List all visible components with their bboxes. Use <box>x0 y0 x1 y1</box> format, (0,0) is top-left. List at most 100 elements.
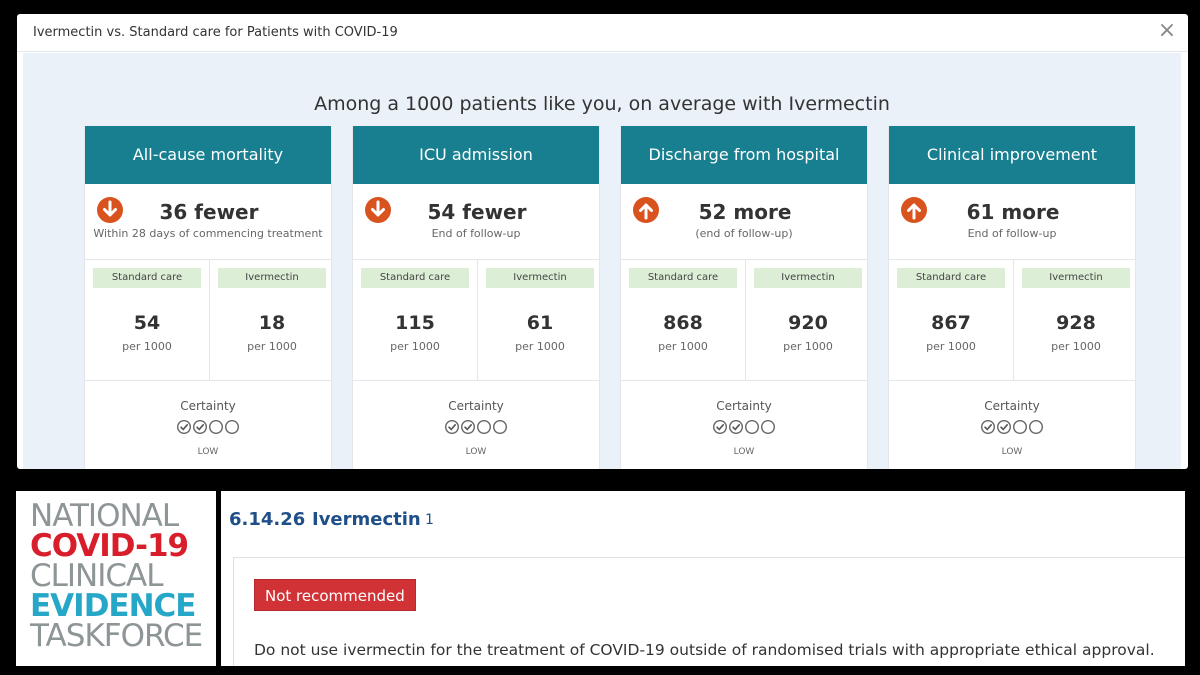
recommendation-version[interactable]: 1 <box>425 512 434 528</box>
comparison-section: Standard care 868 per 1000 Ivermectin 92… <box>621 260 867 381</box>
certainty-empty-dot <box>493 419 508 435</box>
standard-care-label: Standard care <box>629 268 737 288</box>
ivermectin-unit: per 1000 <box>783 340 833 353</box>
certainty-filled-dot <box>729 419 744 435</box>
certainty-empty-dot <box>225 419 240 435</box>
certainty-filled-dot <box>193 419 208 435</box>
effect-section: 36 fewer Within 28 days of commencing tr… <box>85 184 331 260</box>
ivermectin-unit: per 1000 <box>1051 340 1101 353</box>
ivermectin-value: 18 <box>258 312 286 334</box>
effect-section: 61 more End of follow-up <box>889 184 1135 260</box>
certainty-empty-dot <box>209 419 224 435</box>
logo-line-clinical: CLINICAL <box>30 558 164 594</box>
certainty-level: LOW <box>197 447 219 457</box>
ivermectin-label: Ivermectin <box>754 268 862 288</box>
standard-care-value: 115 <box>395 312 435 334</box>
certainty-filled-dot <box>712 419 728 435</box>
recommendation-text: Do not use ivermectin for the treatment … <box>254 641 1155 659</box>
effect-value: 36 fewer <box>159 200 259 224</box>
ivermectin-arm: Ivermectin 928 per 1000 <box>1014 260 1138 380</box>
standard-care-label: Standard care <box>897 268 1005 288</box>
outcome-card-clinical-improvement: Clinical improvement 61 more End of foll… <box>888 126 1136 469</box>
ivermectin-arm: Ivermectin 920 per 1000 <box>746 260 870 380</box>
ivermectin-unit: per 1000 <box>515 340 565 353</box>
certainty-dots-icon <box>444 419 508 435</box>
comparison-section: Standard care 54 per 1000 Ivermectin 18 … <box>85 260 331 381</box>
modal-title: Ivermectin vs. Standard care for Patient… <box>33 25 398 40</box>
certainty-label: Certainty <box>716 399 772 413</box>
outcome-title: ICU admission <box>353 126 599 184</box>
effect-value: 52 more <box>698 200 792 224</box>
patients-headline: Among a 1000 patients like you, on avera… <box>314 93 890 115</box>
close-icon[interactable]: × <box>1156 18 1178 44</box>
certainty-empty-dot <box>745 419 760 435</box>
standard-care-value: 54 <box>133 312 161 334</box>
certainty-dots-icon <box>980 419 1044 435</box>
standard-care-unit: per 1000 <box>122 340 172 353</box>
effect-timeframe: End of follow-up <box>431 227 521 240</box>
certainty-label: Certainty <box>448 399 504 413</box>
certainty-empty-dot <box>1029 419 1044 435</box>
certainty-level: LOW <box>465 447 487 457</box>
certainty-rating <box>621 419 867 435</box>
outcome-summary-modal: Ivermectin vs. Standard care for Patient… <box>17 14 1188 469</box>
standard-care-value: 868 <box>663 312 703 334</box>
standard-care-label: Standard care <box>93 268 201 288</box>
certainty-rating <box>353 419 599 435</box>
certainty-label: Certainty <box>984 399 1040 413</box>
certainty-section: Certainty LOW <box>353 381 599 469</box>
ivermectin-value: 928 <box>1056 312 1096 334</box>
comparison-section: Standard care 867 per 1000 Ivermectin 92… <box>889 260 1135 381</box>
modal-body: Among a 1000 patients like you, on avera… <box>23 53 1181 469</box>
nceta-logo: NATIONAL COVID-19 CLINICAL EVIDENCE TASK… <box>16 491 216 666</box>
ivermectin-arm: Ivermectin 18 per 1000 <box>210 260 334 380</box>
effect-timeframe: End of follow-up <box>967 227 1057 240</box>
ivermectin-label: Ivermectin <box>486 268 594 288</box>
certainty-section: Certainty LOW <box>889 381 1135 469</box>
standard-care-arm: Standard care 868 per 1000 <box>621 260 745 380</box>
certainty-level: LOW <box>1001 447 1023 457</box>
logo-line-evidence: EVIDENCE <box>30 588 196 624</box>
standard-care-unit: per 1000 <box>390 340 440 353</box>
standard-care-label: Standard care <box>361 268 469 288</box>
effect-value: 54 fewer <box>427 200 527 224</box>
recommendation-box: Not recommended Do not use ivermectin fo… <box>233 557 1185 666</box>
certainty-section: Certainty LOW <box>85 381 331 469</box>
modal-header: Ivermectin vs. Standard care for Patient… <box>17 14 1188 52</box>
not-recommended-badge: Not recommended <box>254 579 416 611</box>
certainty-section: Certainty LOW <box>621 381 867 469</box>
ivermectin-unit: per 1000 <box>247 340 297 353</box>
effect-timeframe: (end of follow-up) <box>695 227 793 240</box>
certainty-filled-dot <box>444 419 460 435</box>
certainty-filled-dot <box>980 419 996 435</box>
certainty-label: Certainty <box>180 399 236 413</box>
certainty-rating <box>889 419 1135 435</box>
recommendation-title[interactable]: Ivermectin <box>312 509 421 530</box>
logo-line-covid: COVID-19 <box>30 528 189 564</box>
ivermectin-label: Ivermectin <box>218 268 326 288</box>
effect-section: 52 more (end of follow-up) <box>621 184 867 260</box>
recommendation-number: 6.14.26 <box>229 509 306 530</box>
logo-line-national: NATIONAL <box>30 498 179 534</box>
effect-value: 61 more <box>966 200 1060 224</box>
outcome-title: All-cause mortality <box>85 126 331 184</box>
outcome-title: Clinical improvement <box>889 126 1135 184</box>
certainty-dots-icon <box>712 419 776 435</box>
ivermectin-value: 920 <box>788 312 828 334</box>
standard-care-arm: Standard care 867 per 1000 <box>889 260 1013 380</box>
recommendation-panel: 6.14.26 Ivermectin 1 Not recommended Do … <box>221 491 1185 666</box>
outcome-title: Discharge from hospital <box>621 126 867 184</box>
outcome-card-discharge: Discharge from hospital 52 more (end of … <box>620 126 868 469</box>
logo-line-taskforce: TASKFORCE <box>30 618 203 654</box>
ivermectin-value: 61 <box>526 312 554 334</box>
certainty-filled-dot <box>176 419 192 435</box>
ivermectin-arm: Ivermectin 61 per 1000 <box>478 260 602 380</box>
effect-section: 54 fewer End of follow-up <box>353 184 599 260</box>
ivermectin-label: Ivermectin <box>1022 268 1130 288</box>
standard-care-arm: Standard care 54 per 1000 <box>85 260 209 380</box>
certainty-dots-icon <box>176 419 240 435</box>
certainty-rating <box>85 419 331 435</box>
standard-care-arm: Standard care 115 per 1000 <box>353 260 477 380</box>
effect-timeframe: Within 28 days of commencing treatment <box>93 227 323 240</box>
standard-care-value: 867 <box>931 312 971 334</box>
